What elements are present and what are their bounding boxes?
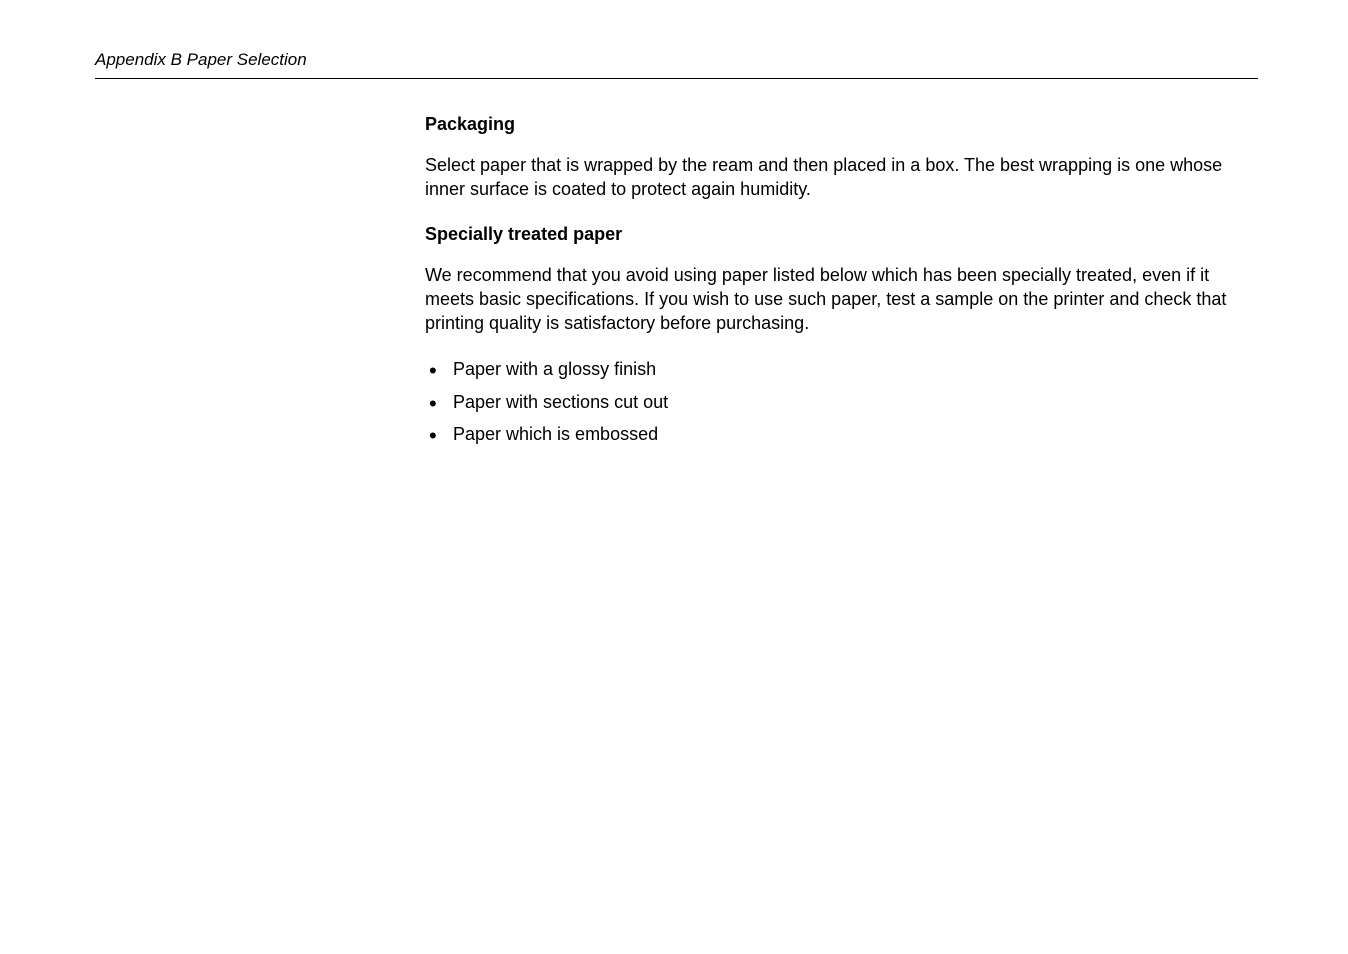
paragraph-packaging: Select paper that is wrapped by the ream… [425, 153, 1258, 202]
heading-packaging: Packaging [425, 114, 1258, 135]
bullet-list: Paper with a glossy finish Paper with se… [425, 357, 1258, 446]
list-item: Paper with sections cut out [425, 390, 1258, 414]
list-item: Paper with a glossy finish [425, 357, 1258, 381]
header-label: Appendix B Paper Selection [95, 50, 1258, 70]
header-rule [95, 78, 1258, 79]
page-container: Appendix B Paper Selection Packaging Sel… [0, 0, 1348, 504]
content-area: Packaging Select paper that is wrapped b… [425, 114, 1258, 446]
list-item: Paper which is embossed [425, 422, 1258, 446]
paragraph-specially-treated: We recommend that you avoid using paper … [425, 263, 1258, 336]
heading-specially-treated: Specially treated paper [425, 224, 1258, 245]
